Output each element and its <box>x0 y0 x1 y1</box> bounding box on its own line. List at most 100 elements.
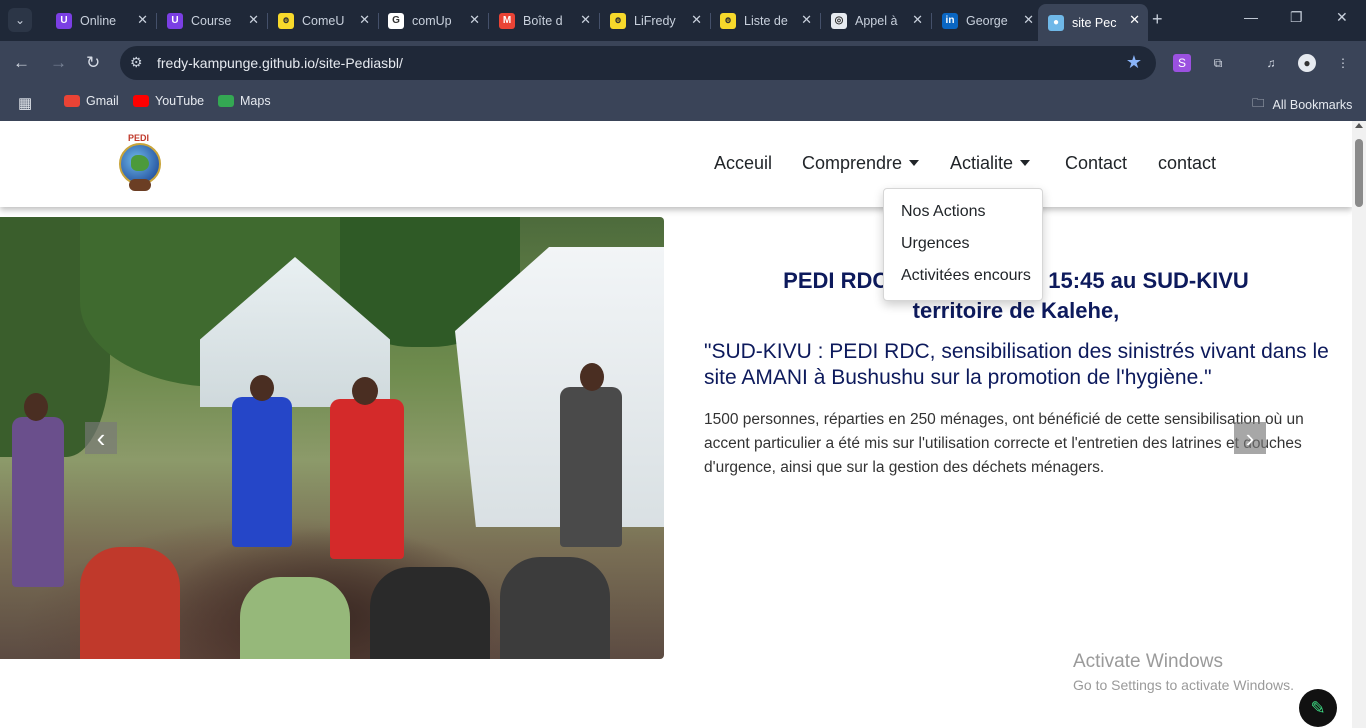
tab-close-icon[interactable]: ✕ <box>137 12 148 28</box>
nav-item[interactable]: Actialite <box>950 153 1031 174</box>
tab-title: Appel à <box>855 13 898 28</box>
tab-title: Liste de <box>744 13 788 28</box>
chevron-left-icon: ‹ <box>96 422 106 453</box>
tab-favicon-icon: ꙩ <box>610 12 626 29</box>
tab-title: Boîte d <box>523 13 563 28</box>
minimize-icon[interactable]: — <box>1244 9 1258 25</box>
chevron-right-icon: › <box>1245 422 1255 453</box>
activate-title: Activate Windows <box>1073 651 1223 672</box>
tab-close-icon[interactable]: ✕ <box>801 12 812 28</box>
scrollbar-thumb[interactable] <box>1355 139 1363 207</box>
tab-close-icon[interactable]: ✕ <box>1129 12 1140 28</box>
browser-tab[interactable]: GcomUp ✕ <box>378 6 489 35</box>
browser-tab[interactable]: ꙩ LiFredy ✕ <box>600 6 711 35</box>
extension-s-icon[interactable]: S <box>1173 54 1191 72</box>
reload-button[interactable]: ↻ <box>86 53 100 73</box>
activate-subtitle: Go to Settings to activate Windows. <box>1073 677 1294 693</box>
dropdown-item-urgences[interactable]: Urgences <box>901 235 969 253</box>
scroll-up-icon[interactable] <box>1355 123 1363 128</box>
address-bar[interactable]: ⚙ fredy-kampunge.github.io/site-Pediasbl… <box>120 46 1156 80</box>
bookmark-favicon-icon <box>218 95 234 107</box>
activate-windows-watermark: Activate Windows Go to Settings to activ… <box>1073 651 1294 693</box>
tab-favicon-icon: M <box>499 12 515 29</box>
floating-pen-button[interactable]: ✎ <box>1299 689 1337 727</box>
bookmark-star-icon[interactable]: ★ <box>1126 52 1142 73</box>
bookmarks-bar: ▦ Gmail YouTube Maps 🗀 All Bookmarks <box>0 85 1366 121</box>
menu-kebab-icon[interactable]: ⋮ <box>1334 54 1352 72</box>
tab-title: George <box>966 13 1008 28</box>
browser-tab[interactable]: ● site Pec ✕ <box>1038 4 1148 41</box>
extensions-puzzle-icon[interactable]: ⧉ <box>1209 54 1227 72</box>
close-window-icon[interactable]: ✕ <box>1336 9 1348 26</box>
actualite-dropdown-menu: Nos Actions Urgences Activitées encours <box>883 188 1043 301</box>
browser-tab[interactable]: ꙩ ComeU ✕ <box>268 6 379 35</box>
tab-search-button[interactable]: ⌄ <box>8 8 32 32</box>
caret-down-icon <box>909 160 920 166</box>
apps-grid-icon[interactable]: ▦ <box>18 94 32 112</box>
media-control-icon[interactable]: ♫ <box>1262 54 1280 72</box>
site-info-icon[interactable]: ⚙ <box>130 54 143 71</box>
bookmark-item[interactable]: Gmail <box>64 94 119 108</box>
headline-right: 15:45 au SUD-KIVU <box>1048 268 1249 293</box>
browser-tab[interactable]: in George ✕ <box>932 6 1042 35</box>
page-scrollbar[interactable] <box>1352 121 1366 728</box>
dropdown-item-activites-encours[interactable]: Activitées encours <box>901 267 1031 285</box>
browser-tab[interactable]: ◎ Appel à ✕ <box>821 6 932 35</box>
tab-title: site Pec <box>1072 15 1117 30</box>
tab-favicon-icon: ◎ <box>831 12 847 29</box>
nav-item[interactable]: Contact <box>1065 153 1127 174</box>
back-button[interactable]: ← <box>13 53 30 73</box>
tab-favicon-icon: in <box>942 12 958 29</box>
bookmark-item[interactable]: YouTube <box>133 94 204 108</box>
caret-down-icon <box>1020 160 1031 166</box>
browser-tab-bar: ⌄ U Online ✕ U Course ✕ ꙩ ComeU ✕ GcomUp ✕ M Boîte d… <box>0 0 1366 41</box>
tab-favicon-icon: U <box>167 12 183 29</box>
tab-close-icon[interactable]: ✕ <box>469 12 480 28</box>
carousel-next-button[interactable]: › <box>1234 422 1266 454</box>
tab-title: LiFredy <box>634 13 676 28</box>
restore-icon[interactable]: ❐ <box>1290 9 1303 26</box>
site-navbar: PEDI Acceuil Comprendre Actialite Contact co… <box>0 121 1352 207</box>
browser-tab[interactable]: M Boîte d ✕ <box>489 6 600 35</box>
logo-text: PEDI <box>128 133 150 143</box>
tab-close-icon[interactable]: ✕ <box>359 12 370 28</box>
folder-icon: 🗀 <box>1252 96 1265 110</box>
carousel-prev-button[interactable]: ‹ <box>85 422 117 454</box>
bookmark-favicon-icon <box>133 95 149 107</box>
new-tab-button[interactable]: + <box>1152 9 1163 30</box>
tab-close-icon[interactable]: ✕ <box>691 12 702 28</box>
tab-title: Course <box>191 13 232 28</box>
browser-tab[interactable]: U Course ✕ <box>157 6 268 35</box>
tab-favicon-icon: U <box>56 12 72 29</box>
url-text: fredy-kampunge.github.io/site-Pediasbl/ <box>157 55 403 71</box>
tab-title: comUp <box>412 13 452 28</box>
tab-title: Online <box>80 13 117 28</box>
tab-close-icon[interactable]: ✕ <box>1023 12 1034 28</box>
nav-item[interactable]: Comprendre <box>802 153 920 174</box>
nav-item-label: Actialite <box>950 153 1014 173</box>
nav-item[interactable]: Acceuil <box>714 153 772 174</box>
forward-button[interactable]: → <box>50 53 67 73</box>
tab-close-icon[interactable]: ✕ <box>248 12 259 28</box>
site-logo[interactable]: PEDI <box>117 133 163 195</box>
nav-item-label: Comprendre <box>802 153 903 173</box>
headline-left: PEDI RDC <box>783 268 889 293</box>
nav-item[interactable]: contact <box>1158 153 1216 174</box>
all-bookmarks-folder[interactable]: 🗀 All Bookmarks <box>1252 94 1352 115</box>
bookmark-label: Gmail <box>86 94 119 108</box>
tab-close-icon[interactable]: ✕ <box>912 12 923 28</box>
pen-icon: ✎ <box>1310 697 1326 718</box>
nav-item-label: Acceuil <box>714 153 773 173</box>
browser-tab[interactable]: U Online ✕ <box>46 6 157 35</box>
tab-favicon-icon: ꙩ <box>720 12 736 29</box>
dropdown-item-nos-actions[interactable]: Nos Actions <box>901 203 985 221</box>
tab-close-icon[interactable]: ✕ <box>580 12 591 28</box>
tab-title: ComeU <box>302 13 345 28</box>
profile-avatar[interactable]: ● <box>1298 54 1316 72</box>
slide-subheadline: "SUD-KIVU : PEDI RDC, sensibilisation de… <box>704 340 1329 389</box>
browser-tab[interactable]: ꙩ Liste de ✕ <box>710 6 821 35</box>
nav-item-label: Contact <box>1065 153 1128 173</box>
bookmark-label: YouTube <box>155 94 205 108</box>
nav-item-label: contact <box>1158 153 1217 173</box>
bookmark-item[interactable]: Maps <box>218 94 271 108</box>
